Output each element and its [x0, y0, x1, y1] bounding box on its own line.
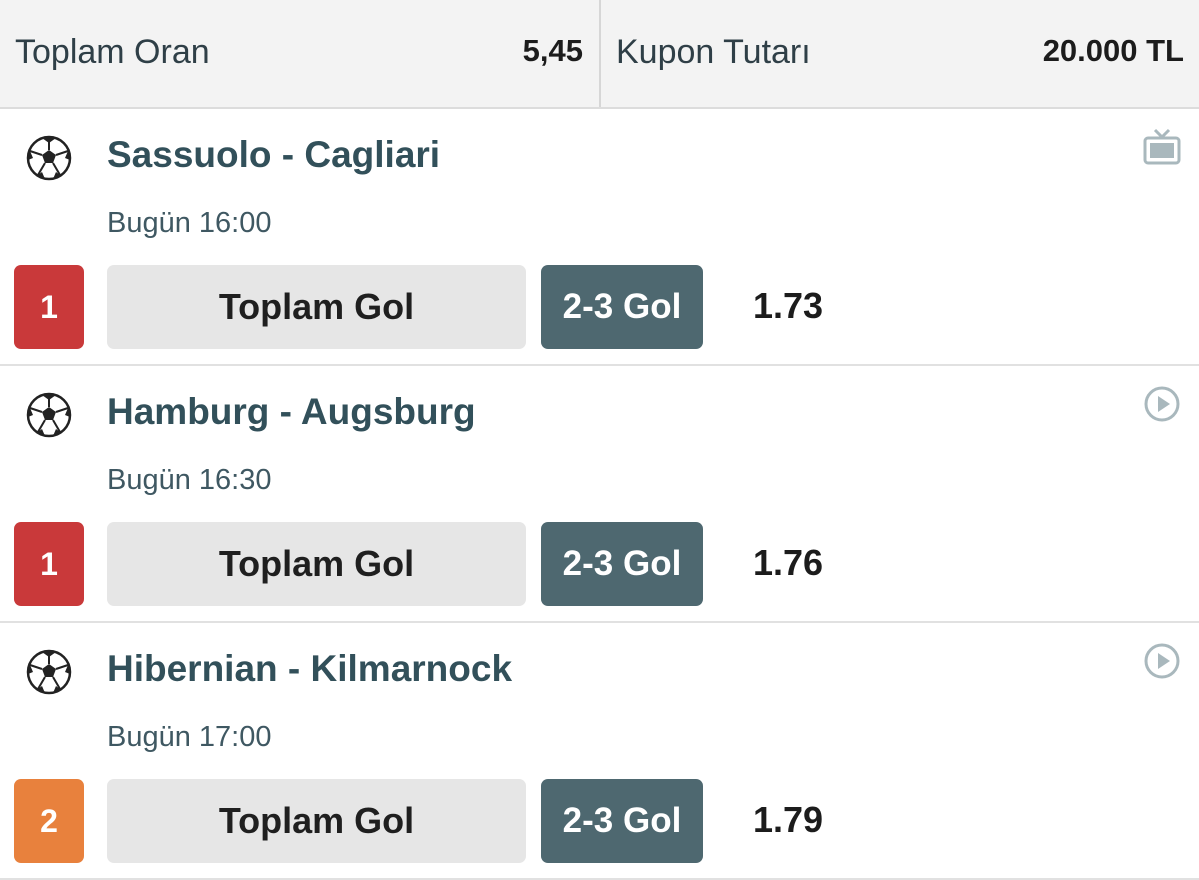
- selection-badge: 2-3 Gol: [541, 522, 703, 606]
- coupon-summary-header: Toplam Oran 5,45 Kupon Tutarı 20.000 TL: [0, 0, 1199, 109]
- match-teams[interactable]: Hamburg - Augsburg: [107, 391, 476, 433]
- play-circle-icon[interactable]: [1142, 384, 1182, 424]
- total-odds-cell: Toplam Oran 5,45: [0, 0, 601, 107]
- soccer-ball-icon: [26, 649, 72, 695]
- play-circle-icon[interactable]: [1142, 641, 1182, 681]
- match-time: Bugün 16:00: [107, 207, 272, 239]
- soccer-ball-icon: [26, 135, 72, 181]
- coupon-amount-cell: Kupon Tutarı 20.000 TL: [601, 0, 1199, 107]
- market-name: Toplam Gol: [107, 265, 526, 349]
- pick-badge: 2: [14, 779, 84, 863]
- match-time: Bugün 16:30: [107, 464, 272, 496]
- coupon-amount-label: Kupon Tutarı: [616, 33, 811, 71]
- market-name: Toplam Gol: [107, 522, 526, 606]
- match-row[interactable]: Sassuolo - Cagliari Bugün 16:00 1 Toplam…: [0, 109, 1199, 366]
- total-odds-label: Toplam Oran: [15, 33, 210, 71]
- pick-badge: 1: [14, 265, 84, 349]
- total-odds-value: 5,45: [522, 33, 583, 68]
- match-row[interactable]: Hamburg - Augsburg Bugün 16:30 1 Toplam …: [0, 366, 1199, 623]
- odd-value: 1.73: [753, 285, 824, 326]
- market-name: Toplam Gol: [107, 779, 526, 863]
- odd-value: 1.76: [753, 542, 824, 583]
- pick-badge: 1: [14, 522, 84, 606]
- soccer-ball-icon: [26, 392, 72, 438]
- odd-value: 1.79: [753, 799, 824, 840]
- selection-badge: 2-3 Gol: [541, 779, 703, 863]
- match-row[interactable]: Hibernian - Kilmarnock Bugün 17:00 2 Top…: [0, 623, 1199, 880]
- match-teams[interactable]: Sassuolo - Cagliari: [107, 134, 440, 176]
- selection-badge: 2-3 Gol: [541, 265, 703, 349]
- tv-icon[interactable]: [1142, 127, 1182, 167]
- match-time: Bugün 17:00: [107, 721, 272, 753]
- match-teams[interactable]: Hibernian - Kilmarnock: [107, 648, 512, 690]
- coupon-amount-value: 20.000 TL: [1042, 33, 1184, 68]
